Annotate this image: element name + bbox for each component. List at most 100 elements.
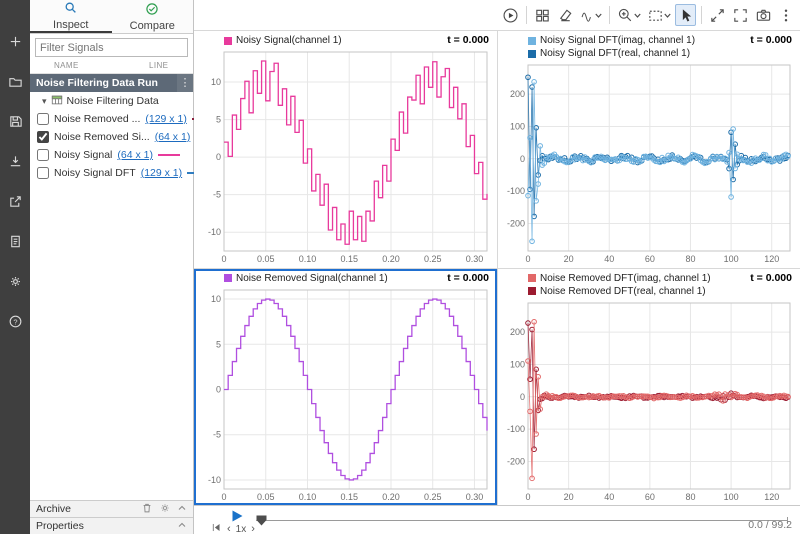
filter-signals-input[interactable]: [35, 38, 188, 57]
tab-inspect[interactable]: Inspect: [30, 0, 112, 33]
signal-checkbox[interactable]: [37, 131, 49, 143]
plot-canvas[interactable]: 0 0.05 0.10 0.15 0.20 0.25 0.30 -10 -5 0 5 10: [198, 47, 493, 266]
signal-row[interactable]: Noise Removed ... (129 x 1): [30, 110, 214, 128]
plot-legend: Noisy Signal DFT(imag, channel 1) Noisy S…: [528, 34, 695, 60]
time-slider-handle[interactable]: [256, 515, 267, 529]
expand-arrows-icon[interactable]: [707, 4, 728, 26]
properties-bar[interactable]: Properties: [30, 517, 193, 534]
svg-text:120: 120: [764, 254, 779, 264]
svg-text:0: 0: [221, 492, 226, 502]
archive-settings-gear-icon[interactable]: [159, 502, 171, 517]
open-folder-icon[interactable]: [4, 70, 26, 92]
archive-bar[interactable]: Archive: [30, 500, 193, 517]
signal-row[interactable]: Noisy Signal (64 x 1): [30, 146, 193, 164]
plot-tile-noisy-signal[interactable]: Noisy Signal(channel 1) t = 0.000 0 0.05 0.…: [194, 31, 497, 268]
chevron-up-icon[interactable]: [177, 520, 187, 532]
plot-tile-noisy-dft[interactable]: Noisy Signal DFT(imag, channel 1) Noisy S…: [498, 31, 800, 268]
pointer-cursor-button[interactable]: [675, 4, 696, 26]
magnifier-icon: [64, 1, 78, 18]
svg-text:5: 5: [216, 115, 221, 125]
svg-text:200: 200: [510, 327, 525, 337]
svg-text:20: 20: [564, 254, 574, 264]
signal-checkbox[interactable]: [37, 167, 49, 179]
svg-text:0: 0: [216, 152, 221, 162]
svg-text:0.25: 0.25: [424, 254, 442, 264]
svg-text:0: 0: [525, 254, 530, 264]
fit-to-view-button[interactable]: [645, 4, 673, 26]
svg-text:0.20: 0.20: [382, 254, 400, 264]
svg-text:-100: -100: [507, 424, 525, 434]
step-forward-button[interactable]: ›: [251, 523, 255, 534]
svg-text:-100: -100: [507, 186, 525, 196]
legend-swatch: [528, 274, 536, 282]
app-toolstrip: ?: [0, 0, 30, 534]
time-readout: 0.0 / 99.2: [748, 519, 792, 531]
svg-text:0: 0: [520, 391, 525, 401]
signal-dims-link[interactable]: (129 x 1): [141, 167, 182, 179]
signal-checkbox[interactable]: [37, 113, 49, 125]
legend-label: Noise Removed DFT(imag, channel 1): [540, 272, 711, 284]
signal-dims-link[interactable]: (64 x 1): [155, 131, 191, 143]
layout-grid-icon[interactable]: [532, 4, 553, 26]
signal-dims-link[interactable]: (129 x 1): [145, 113, 186, 125]
add-icon[interactable]: [4, 30, 26, 52]
signal-options-button[interactable]: [578, 4, 604, 26]
legend-swatch: [224, 36, 232, 45]
svg-text:-5: -5: [213, 429, 221, 439]
run-menu-kebab-icon[interactable]: ⋮: [177, 74, 193, 92]
playback-speed[interactable]: 1x: [236, 524, 247, 534]
plot-tile-noise-removed-dft[interactable]: Noise Removed DFT(imag, channel 1) Noise …: [498, 268, 800, 505]
svg-text:?: ?: [13, 317, 17, 326]
snapshot-camera-icon[interactable]: [753, 4, 774, 26]
export-icon[interactable]: [4, 190, 26, 212]
chevron-up-icon[interactable]: [177, 503, 187, 515]
tab-compare[interactable]: Compare: [112, 0, 194, 33]
svg-text:80: 80: [685, 492, 695, 502]
signal-row[interactable]: Noisy Signal DFT (129 x 1): [30, 164, 210, 182]
tab-bar: Inspect Compare: [30, 0, 193, 34]
preferences-gear-icon[interactable]: [4, 270, 26, 292]
zoom-button[interactable]: [615, 4, 643, 26]
plot-canvas[interactable]: 0 0.05 0.10 0.15 0.20 0.25 0.30 -10 -5 0 5 10: [198, 285, 493, 504]
save-icon[interactable]: [4, 110, 26, 132]
run-header[interactable]: Noise Filtering Data Run ⋮: [30, 74, 193, 92]
sdi-window: ? Inspect Compare NAME LINE Noise Filter…: [0, 0, 800, 534]
chevron-down-icon: [595, 13, 602, 18]
chevron-down-icon[interactable]: ▾: [42, 96, 47, 107]
signal-dims-link[interactable]: (64 x 1): [117, 149, 153, 161]
svg-text:100: 100: [724, 254, 739, 264]
svg-text:0: 0: [520, 154, 525, 164]
more-kebab-icon[interactable]: [776, 4, 796, 26]
tab-inspect-label: Inspect: [53, 18, 89, 31]
plot-canvas[interactable]: 0 20 40 60 80 100 120 -200 -100 0 100 200: [502, 298, 796, 504]
fullscreen-icon[interactable]: [730, 4, 751, 26]
group-row[interactable]: ▾ Noise Filtering Data: [30, 92, 193, 110]
svg-text:0.10: 0.10: [299, 492, 317, 502]
create-report-icon[interactable]: [4, 230, 26, 252]
step-back-button[interactable]: ‹: [227, 523, 231, 534]
plot-tile-noise-removed-signal[interactable]: Noise Removed Signal(channel 1) t = 0.000…: [194, 268, 497, 505]
legend-label: Noisy Signal DFT(real, channel 1): [540, 48, 691, 59]
svg-text:100: 100: [724, 492, 739, 502]
time-slider[interactable]: [256, 514, 788, 526]
svg-text:-10: -10: [208, 227, 221, 237]
plot-canvas[interactable]: 0 20 40 60 80 100 120 -200 -100 0 100 200: [502, 60, 796, 266]
signal-name: Noise Removed Si...: [54, 131, 150, 143]
import-icon[interactable]: [4, 150, 26, 172]
chevron-down-icon: [634, 13, 641, 18]
signal-checkbox[interactable]: [37, 149, 49, 161]
clear-plots-eraser-icon[interactable]: [555, 4, 576, 26]
playback-bar: ‹ 1x › 0.0 / 99.2: [194, 505, 800, 534]
playback-controls: ‹ 1x ›: [210, 522, 255, 534]
run-button[interactable]: [500, 4, 521, 26]
signal-row[interactable]: Noise Removed Si... (64 x 1): [30, 128, 218, 146]
svg-text:10: 10: [211, 77, 221, 87]
svg-text:40: 40: [604, 492, 614, 502]
plot-legend: Noise Removed Signal(channel 1): [224, 272, 388, 285]
svg-text:0.05: 0.05: [257, 254, 275, 264]
help-icon[interactable]: ?: [4, 310, 26, 332]
svg-text:80: 80: [685, 254, 695, 264]
legend-entry: Noise Removed Signal(channel 1): [224, 272, 388, 285]
trash-icon[interactable]: [141, 502, 153, 517]
jump-to-start-icon[interactable]: [210, 522, 222, 534]
